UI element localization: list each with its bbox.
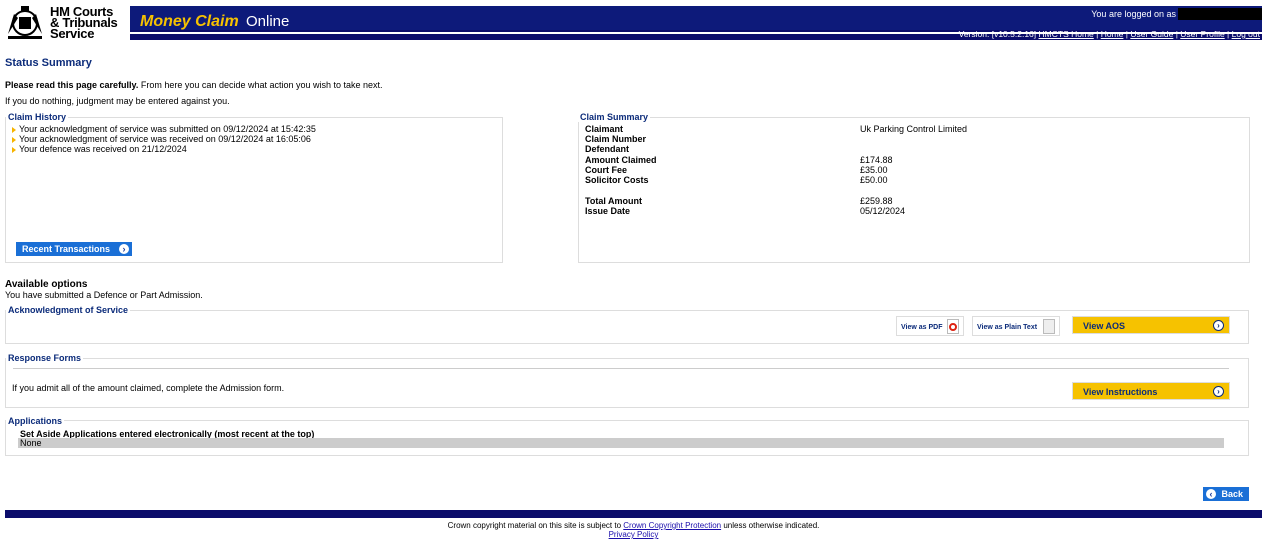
available-options-subtitle: You have submitted a Defence or Part Adm… <box>5 290 203 300</box>
pdf-icon <box>947 319 959 334</box>
chevron-right-icon: › <box>1213 386 1224 397</box>
view-aos-button[interactable]: View AOS › <box>1072 316 1230 334</box>
footer-copyright: Crown copyright material on this site is… <box>0 521 1267 530</box>
button-label: Back <box>1221 489 1243 499</box>
summary-label: Issue Date <box>585 206 631 216</box>
nav-link-hmcts-home[interactable]: HMCTS Home <box>1039 29 1094 39</box>
arrow-right-icon <box>12 126 16 133</box>
history-item-text: Your acknowledgment of service was recei… <box>19 134 311 144</box>
summary-label: Solicitor Costs <box>585 175 649 185</box>
redacted-username <box>1178 8 1262 20</box>
response-forms-text: If you admit all of the amount claimed, … <box>12 383 285 393</box>
button-label: View AOS <box>1083 321 1126 331</box>
arrow-right-icon <box>12 136 16 143</box>
version-nav: Version: [v10.5.2.16] HMCTS Home | Home … <box>958 29 1260 39</box>
summary-value: £174.88 <box>860 155 893 165</box>
summary-label: Total Amount <box>585 196 642 206</box>
nav-link-user-profile[interactable]: User Profile <box>1180 29 1224 39</box>
view-instructions-button[interactable]: View Instructions › <box>1072 382 1230 400</box>
header-banner: Money Claim Online You are logged on as … <box>130 6 1262 40</box>
applications-legend: Applications <box>6 416 65 426</box>
warning-text: If you do nothing, judgment may be enter… <box>5 96 230 106</box>
history-item: Your acknowledgment of service was recei… <box>12 134 311 144</box>
button-label: Recent Transactions <box>22 244 111 254</box>
view-plain-text-label: View as Plain Text <box>977 324 1038 331</box>
nav-link-user-guide[interactable]: User Guide <box>1130 29 1173 39</box>
footer-text-before: Crown copyright material on this site is… <box>447 521 624 530</box>
summary-label: Claim Number <box>585 134 647 144</box>
summary-value: £35.00 <box>860 165 888 175</box>
view-pdf-label: View as PDF <box>901 324 943 331</box>
back-button[interactable]: ‹ Back <box>1203 487 1249 501</box>
available-options-title: Available options <box>5 279 88 290</box>
summary-value: £50.00 <box>860 175 888 185</box>
summary-label: Defendant <box>585 144 630 154</box>
summary-value: £259.88 <box>860 196 893 206</box>
intro-text: Please read this page carefully. From he… <box>5 80 383 90</box>
intro-bold: Please read this page carefully. <box>5 80 139 90</box>
hmcts-logo[interactable]: HM Courts & Tribunals Service <box>4 4 128 42</box>
chevron-left-icon: ‹ <box>1206 489 1216 499</box>
claim-summary-legend: Claim Summary <box>578 112 651 122</box>
history-item: Your acknowledgment of service was submi… <box>12 124 316 134</box>
claim-summary-panel <box>578 117 1250 263</box>
aos-panel <box>5 310 1249 344</box>
app-name-suffix: Online <box>246 13 290 30</box>
nav-link-home[interactable]: Home <box>1101 29 1124 39</box>
arrow-right-icon <box>12 146 16 153</box>
response-forms-legend: Response Forms <box>6 353 84 363</box>
history-item: Your defence was received on 21/12/2024 <box>12 144 187 154</box>
divider <box>13 368 1229 369</box>
view-pdf-button[interactable]: View as PDF <box>896 316 964 336</box>
intro-rest: From here you can decide what action you… <box>138 80 383 90</box>
logo-text: HM Courts & Tribunals Service <box>50 5 118 40</box>
page-title: Status Summary <box>5 57 92 69</box>
summary-label: Claimant <box>585 124 624 134</box>
footer-text-after: unless otherwise indicated. <box>721 521 820 530</box>
app-name: Money Claim <box>140 13 239 30</box>
summary-label: Court Fee <box>585 165 628 175</box>
button-label: View Instructions <box>1083 387 1158 397</box>
table-row: None <box>18 438 1224 448</box>
history-item-text: Your defence was received on 21/12/2024 <box>19 144 187 154</box>
summary-value: 05/12/2024 <box>860 206 906 216</box>
aos-legend: Acknowledgment of Service <box>6 305 131 315</box>
privacy-policy-link[interactable]: Privacy Policy <box>609 530 659 539</box>
chevron-right-icon: › <box>1213 320 1224 331</box>
view-plain-text-button[interactable]: View as Plain Text <box>972 316 1060 336</box>
version-text: Version: [v10.5.2.16] <box>958 29 1037 39</box>
crown-copyright-link[interactable]: Crown Copyright Protection <box>623 521 721 530</box>
recent-transactions-button[interactable]: Recent Transactions › <box>16 242 132 256</box>
claim-history-legend: Claim History <box>6 112 69 122</box>
text-document-icon <box>1043 319 1055 334</box>
summary-label: Amount Claimed <box>585 155 657 165</box>
history-item-text: Your acknowledgment of service was submi… <box>19 124 316 134</box>
summary-value: Uk Parking Control Limited <box>860 124 968 134</box>
footer-bar <box>5 510 1262 518</box>
logged-in-text: You are logged on as <box>1091 9 1176 19</box>
royal-crest-icon <box>8 6 42 39</box>
footer-privacy: Privacy Policy <box>0 530 1267 539</box>
nav-link-log-out[interactable]: Log out <box>1232 29 1260 39</box>
chevron-right-icon: › <box>119 244 129 254</box>
